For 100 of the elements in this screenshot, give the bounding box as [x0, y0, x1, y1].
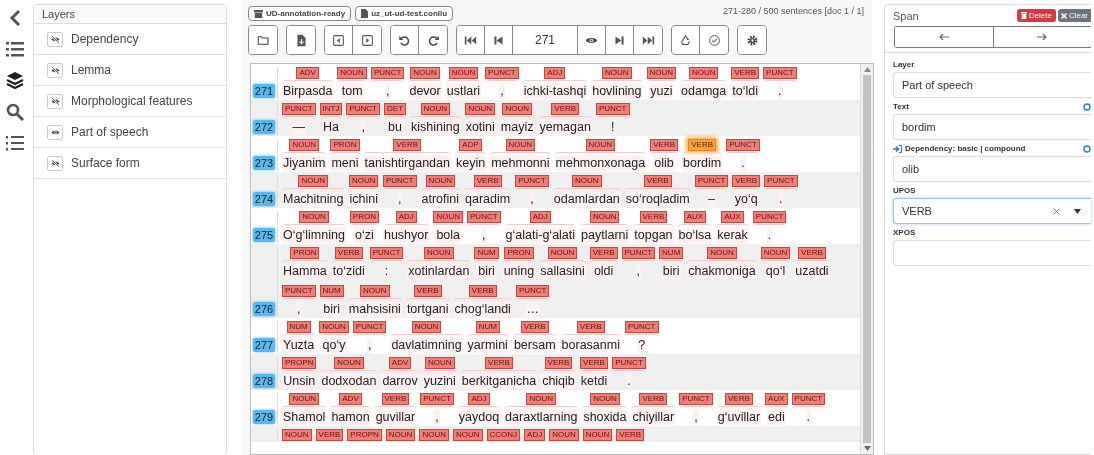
visibility-toggle[interactable] — [47, 124, 63, 140]
pos-tag[interactable]: VERB — [544, 357, 573, 369]
pos-tag[interactable]: PUNCT — [679, 393, 713, 405]
pos-tag[interactable]: PUNCT — [612, 357, 646, 369]
token-word[interactable]: mehmonni — [490, 156, 551, 171]
pos-tag[interactable]: NOUN — [337, 67, 367, 79]
pos-tag[interactable]: NOUN — [448, 67, 479, 79]
token-word[interactable]: , — [366, 338, 373, 353]
pos-tag[interactable]: PROPN — [347, 429, 382, 441]
token-word[interactable]: mehmonxonaga — [554, 156, 647, 171]
pos-tag[interactable]: PRON — [330, 139, 360, 151]
pos-tag[interactable]: VERB — [468, 285, 497, 297]
token-word[interactable]: . — [777, 84, 783, 99]
token-word[interactable]: bordim — [682, 156, 723, 171]
pos-tag[interactable]: PUNCT — [352, 321, 387, 333]
token-word[interactable]: yarmini — [466, 338, 509, 353]
tag-dropdown[interactable]: VERB — [893, 198, 1091, 224]
pos-tag[interactable]: NOUN — [452, 429, 483, 441]
token-word[interactable]: meni — [330, 156, 360, 171]
token-word[interactable]: kerak — [716, 228, 749, 243]
token-word[interactable]: o‘zi — [354, 228, 375, 243]
last-page-button[interactable] — [634, 26, 662, 54]
pos-tag[interactable]: VERB — [485, 357, 513, 369]
scrollbar[interactable] — [860, 64, 873, 454]
pos-tag[interactable]: NOUN — [360, 285, 390, 297]
layers-icon[interactable] — [6, 71, 24, 89]
pos-tag[interactable]: NOUN — [547, 247, 578, 259]
token-word[interactable]: yuzini — [422, 374, 457, 389]
token-word[interactable]: hamon — [330, 410, 371, 425]
token-word[interactable]: . — [805, 410, 812, 425]
token-word[interactable]: Ha — [322, 120, 340, 135]
redo-button[interactable] — [419, 26, 447, 54]
next-document-button[interactable] — [353, 26, 381, 54]
token-word[interactable]: topgan — [633, 228, 674, 243]
pos-tag[interactable]: PUNCT — [282, 285, 316, 297]
pos-tag[interactable]: NOUN — [425, 175, 456, 187]
token-word[interactable]: tanishtirgandan — [363, 156, 451, 171]
token-word[interactable]: tortgani — [405, 302, 450, 317]
visibility-toggle[interactable] — [47, 93, 63, 109]
token-word[interactable]: chakmoniga — [687, 264, 757, 279]
pos-tag[interactable]: NUM — [286, 321, 311, 333]
pos-tag[interactable]: NOUN — [585, 139, 616, 151]
token-word[interactable]: yo‘q — [733, 192, 759, 207]
token-word[interactable]: Hamma — [282, 264, 328, 279]
pos-tag[interactable]: VERB — [334, 247, 363, 259]
pos-tag[interactable]: PUNCT — [382, 175, 417, 187]
token-word[interactable]: hovlining — [591, 84, 643, 99]
pos-tag[interactable]: NOUN — [348, 175, 379, 187]
token-word[interactable]: olib — [653, 156, 675, 171]
token-word[interactable]: uzatdi — [794, 264, 830, 279]
token-word[interactable]: , — [693, 410, 699, 425]
pos-tag[interactable]: NOUN — [505, 139, 536, 151]
token-word[interactable]: yuzi — [649, 84, 674, 99]
pos-tag[interactable]: NOUN — [465, 103, 496, 115]
pos-tag[interactable]: VERB — [732, 175, 761, 187]
pos-tag[interactable]: VERB — [576, 321, 605, 333]
token-word[interactable]: Machitning — [282, 192, 345, 207]
numbered-list-icon[interactable] — [6, 135, 24, 151]
token-word[interactable]: sallasini — [539, 264, 586, 279]
pos-tag[interactable]: NOUN — [289, 393, 319, 405]
pos-tag[interactable]: VERB — [315, 429, 344, 441]
pos-tag[interactable]: PUNCT — [467, 211, 501, 223]
pos-tag[interactable]: NOUN — [433, 211, 463, 223]
pos-tag[interactable]: PUNCT — [282, 103, 316, 115]
pos-tag[interactable]: PUNCT — [624, 321, 659, 333]
previous-page-button[interactable] — [485, 26, 513, 54]
token-word[interactable]: daraxtlarning — [504, 410, 579, 425]
token-word[interactable]: edi — [767, 410, 786, 425]
sentence-number[interactable]: 277 — [252, 338, 276, 352]
token-word[interactable]: ? — [637, 338, 647, 353]
token-word[interactable]: bu — [387, 120, 403, 135]
token-word[interactable]: bola — [435, 228, 462, 243]
token-word[interactable]: davlatimning — [390, 338, 463, 353]
recycle-button[interactable] — [672, 26, 700, 54]
field-input[interactable] — [893, 240, 1091, 266]
check-circle-button[interactable] — [700, 26, 728, 54]
sentence-number[interactable]: 274 — [252, 192, 276, 206]
pos-tag[interactable]: PROPN — [282, 357, 317, 369]
pos-tag[interactable]: PUNCT — [752, 211, 787, 223]
pos-tag[interactable]: VERB — [643, 175, 672, 187]
token-word[interactable]: tom — [340, 84, 364, 99]
token-word[interactable]: dodxodan — [320, 374, 378, 389]
token-word[interactable]: berkitganicha — [460, 374, 538, 389]
token-word[interactable]: — — [291, 120, 307, 135]
pos-tag[interactable]: NOUN — [526, 393, 556, 405]
pos-tag[interactable]: PRON — [504, 247, 534, 259]
token-word[interactable]: shoxida — [582, 410, 628, 425]
token-word[interactable]: ichki-tashqi — [522, 84, 588, 99]
pos-tag[interactable]: VERB — [725, 393, 753, 405]
token-word[interactable]: Jiyanim — [282, 156, 327, 171]
settings-button[interactable] — [738, 26, 766, 54]
token-word[interactable]: hushyor — [382, 228, 430, 243]
collection-badge[interactable]: UD-annotation-ready — [248, 6, 352, 21]
token-word[interactable]: odamlardan — [552, 192, 621, 207]
token-word[interactable]: ustlari — [445, 84, 482, 99]
pos-tag[interactable]: VERB — [520, 321, 549, 333]
pos-tag[interactable]: PUNCT — [485, 67, 519, 79]
token-word[interactable]: g‘alati-g‘alati — [504, 228, 577, 243]
pos-tag[interactable]: NOUN — [385, 429, 416, 441]
pos-tag[interactable]: PUNCT — [515, 175, 549, 187]
